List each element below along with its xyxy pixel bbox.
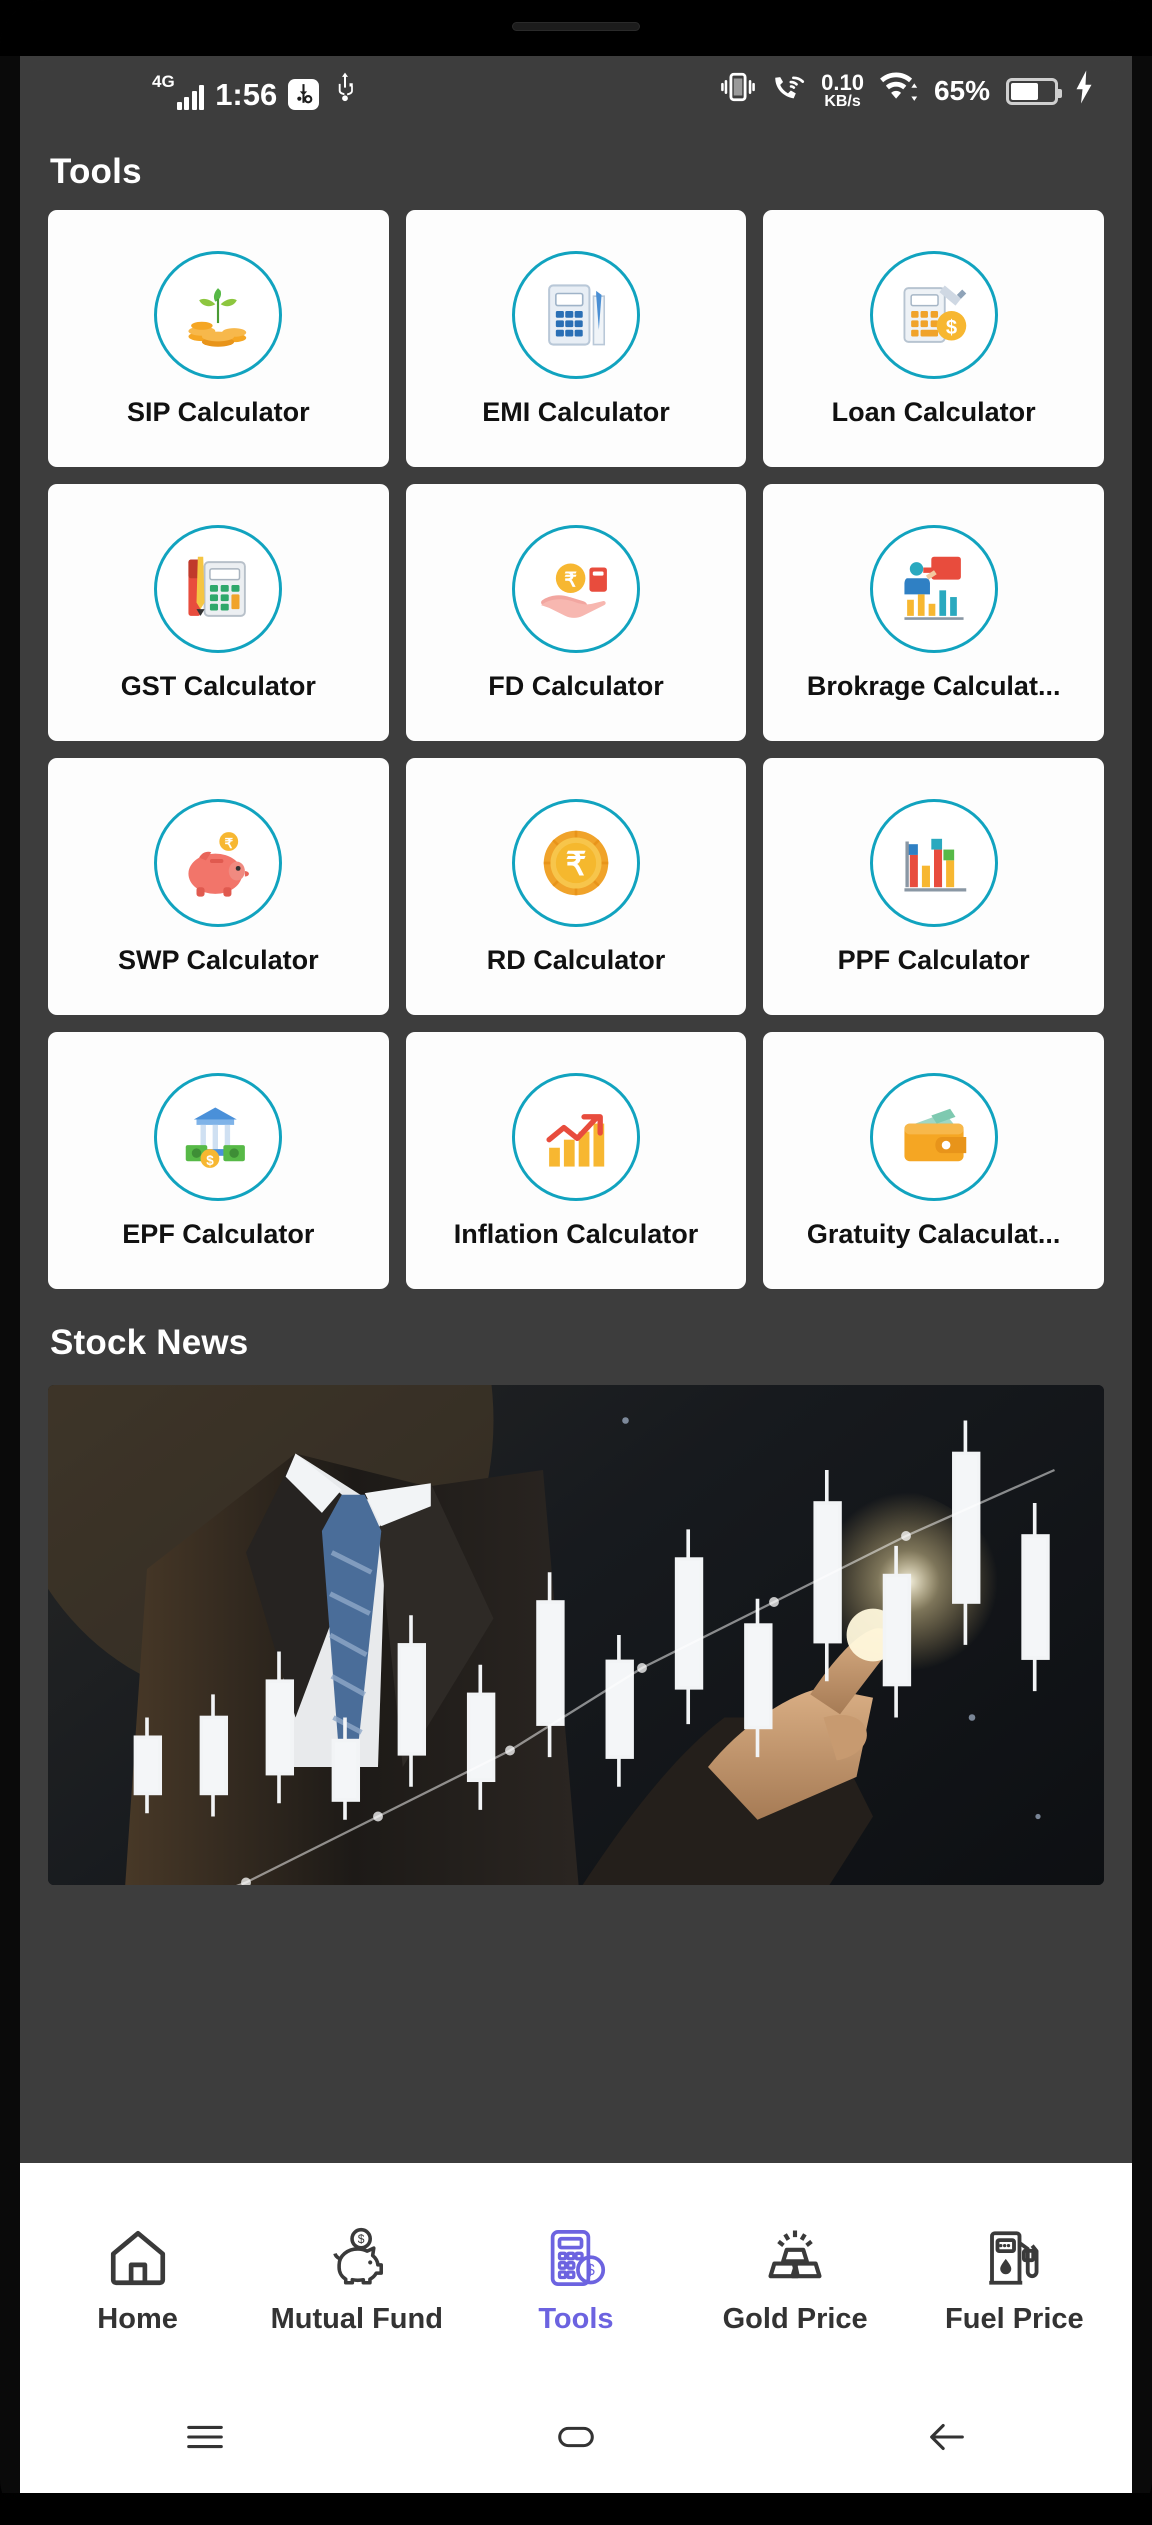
fd-hand-rupee-coin-icon: ₹ — [511, 525, 640, 653]
nav-label: Tools — [538, 2302, 614, 2335]
home-icon — [105, 2225, 171, 2291]
usb-debug-icon — [288, 79, 320, 110]
nav-label: Mutual Fund — [270, 2302, 443, 2335]
nav-label: Home — [97, 2302, 178, 2335]
status-time: 1:56 — [215, 77, 278, 112]
gold-bars-icon — [762, 2225, 828, 2291]
tool-card-gst-calculator[interactable]: GST Calculator — [48, 484, 389, 741]
nav-item-tools[interactable]: $ Tools — [476, 2225, 676, 2334]
status-bar: 4G 1:56 0.10 KB/s 65% — [20, 56, 1132, 126]
tool-label: Inflation Calculator — [453, 1221, 699, 1248]
network-speed-indicator: 0.10 KB/s — [821, 69, 864, 111]
nav-item-home[interactable]: Home — [38, 2225, 238, 2334]
svg-text:₹: ₹ — [225, 836, 234, 851]
nav-label: Fuel Price — [945, 2302, 1084, 2335]
ppf-bar-chart-icon — [869, 799, 998, 927]
tool-card-rd-calculator[interactable]: ₹ RD Calculator — [405, 758, 747, 1015]
wifi-icon — [880, 71, 918, 111]
tool-label: EPF Calculator — [122, 1221, 315, 1248]
gratuity-wallet-icon — [869, 1073, 998, 1201]
svg-text:$: $ — [358, 2232, 365, 2246]
network-type-label: 4G — [152, 72, 175, 91]
nav-label: Gold Price — [722, 2302, 868, 2335]
network-speed-value: 0.10 — [821, 69, 864, 95]
tools-section-title: Tools — [50, 152, 142, 191]
charging-bolt-icon — [1074, 69, 1094, 113]
tool-label: GST Calculator — [120, 673, 316, 700]
tools-grid: SIP Calculator EMI Calculator $ Loan Cal… — [20, 210, 1132, 1289]
sip-growth-plant-coins-icon — [154, 251, 283, 379]
gst-calculator-pencil-icon — [154, 525, 283, 653]
battery-icon — [1006, 77, 1062, 105]
earpiece-speaker — [512, 22, 640, 31]
svg-text:$: $ — [946, 317, 957, 339]
tool-label: Loan Calculator — [831, 399, 1036, 426]
recents-menu-icon[interactable] — [115, 2414, 295, 2460]
tool-label: Gratuity Calaculat... — [806, 1221, 1061, 1248]
nav-item-mutual-fund[interactable]: $ Mutual Fund — [257, 2225, 457, 2334]
vibrate-icon — [721, 70, 755, 112]
stock-news-banner-image[interactable] — [48, 1385, 1104, 1885]
rd-rupee-coin-icon: ₹ — [511, 799, 640, 927]
tool-card-epf-calculator[interactable]: $ EPF Calculator — [48, 1032, 389, 1289]
swp-piggy-bank-icon: ₹ — [154, 799, 283, 927]
device-bezel-bottom — [0, 2493, 1152, 2525]
tool-label: PPF Calculator — [837, 947, 1030, 974]
epf-bank-money-icon: $ — [154, 1073, 283, 1201]
tool-card-sip-calculator[interactable]: SIP Calculator — [48, 210, 389, 467]
tool-card-emi-calculator[interactable]: EMI Calculator — [405, 210, 747, 467]
inflation-arrow-bars-icon — [511, 1073, 640, 1201]
emi-calculator-document-icon — [511, 251, 640, 379]
vowifi-call-icon — [771, 70, 805, 112]
battery-percent-label: 65% — [933, 75, 990, 106]
tool-card-swp-calculator[interactable]: ₹ SWP Calculator — [48, 758, 389, 1015]
device-frame: 4G 1:56 0.10 KB/s 65% Tools SIP Calculat… — [0, 0, 1152, 2525]
piggy-bank-dollar-icon: $ — [324, 2225, 390, 2291]
usb-icon — [330, 72, 360, 110]
calculator-dollar-icon: $ — [543, 2225, 609, 2291]
tool-label: RD Calculator — [486, 947, 666, 974]
brokerage-chart-person-icon — [869, 525, 998, 653]
tool-label: Brokrage Calculat... — [806, 673, 1061, 700]
svg-text:$: $ — [207, 1153, 215, 1168]
stock-news-photo — [48, 1385, 1104, 1885]
loan-calculator-dollar-icon: $ — [869, 251, 998, 379]
bottom-navigation-bar: Home $ Mutual Fund $ Tools Gold Price Fu… — [20, 2163, 1132, 2493]
bottom-nav-items: Home $ Mutual Fund $ Tools Gold Price Fu… — [20, 2163, 1132, 2381]
tool-card-fd-calculator[interactable]: ₹ FD Calculator — [405, 484, 747, 741]
svg-text:₹: ₹ — [564, 569, 577, 591]
stock-news-section-title: Stock News — [50, 1323, 249, 1362]
status-bar-right: 0.10 KB/s 65% — [721, 69, 1094, 113]
fuel-pump-icon — [981, 2225, 1047, 2291]
tool-card-inflation-calculator[interactable]: Inflation Calculator — [405, 1032, 747, 1289]
network-speed-unit: KB/s — [824, 93, 861, 111]
svg-text:₹: ₹ — [566, 846, 587, 882]
phone-screen: 4G 1:56 0.10 KB/s 65% Tools SIP Calculat… — [20, 56, 1132, 2493]
signal-bars-icon: 4G — [152, 72, 205, 110]
svg-text:$: $ — [586, 2262, 595, 2279]
nav-item-fuel-price[interactable]: Fuel Price — [914, 2225, 1114, 2334]
tool-label: SIP Calculator — [127, 399, 310, 426]
status-bar-left: 4G 1:56 — [152, 72, 360, 110]
main-scroll-area[interactable]: Tools SIP Calculator EMI Calculator $ Lo… — [20, 126, 1132, 2163]
nav-item-gold-price[interactable]: Gold Price — [695, 2225, 895, 2334]
home-pill-icon[interactable] — [486, 2414, 666, 2460]
device-bezel-top — [0, 0, 1152, 56]
tool-card-ppf-calculator[interactable]: PPF Calculator — [763, 758, 1104, 1015]
tool-label: SWP Calculator — [118, 947, 319, 974]
tool-card-brokrage-calculator[interactable]: Brokrage Calculat... — [763, 484, 1104, 741]
back-arrow-icon[interactable] — [857, 2414, 1037, 2460]
tool-label: EMI Calculator — [482, 399, 670, 426]
tool-card-loan-calculator[interactable]: $ Loan Calculator — [763, 210, 1104, 467]
tool-card-gratuity-calculator[interactable]: Gratuity Calaculat... — [763, 1032, 1104, 1289]
android-system-navigation — [20, 2381, 1132, 2493]
tool-label: FD Calculator — [488, 673, 664, 700]
